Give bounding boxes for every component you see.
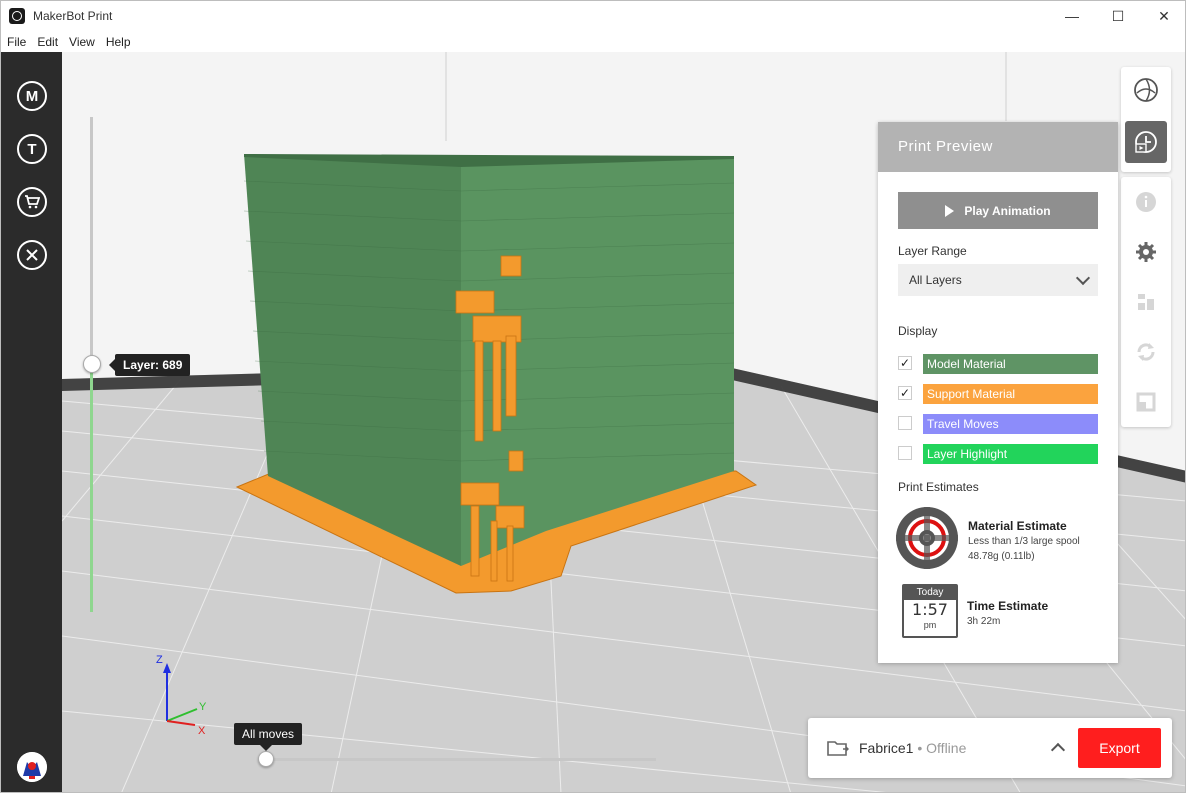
display-label: Display <box>898 324 938 338</box>
clock-icon: Today 1:57 pm <box>902 584 958 638</box>
clock-ampm: pm <box>923 620 937 630</box>
travel-moves-checkbox[interactable] <box>898 416 912 430</box>
chevron-down-icon <box>1075 270 1091 286</box>
time-estimate-value: 3h 22m <box>967 616 1001 627</box>
cart-icon[interactable] <box>17 187 47 217</box>
tools-icon[interactable] <box>17 240 47 270</box>
layer-range-value: All Layers <box>909 273 962 287</box>
menu-help[interactable]: Help <box>100 35 136 49</box>
printer-folder-icon <box>827 741 849 756</box>
window-controls: — ☐ ✕ <box>1049 1 1185 31</box>
layer-highlight-checkbox[interactable] <box>898 446 912 460</box>
layer-slider-track-filled[interactable] <box>90 364 93 612</box>
app-window: MakerBot Print — ☐ ✕ File Edit View Help… <box>0 0 1186 793</box>
edit-toolstrip <box>1121 177 1171 427</box>
display-row-travel: Travel Moves <box>898 414 1098 434</box>
layer-range-label: Layer Range <box>898 244 967 258</box>
display-row-model: ✓ Model Material <box>898 354 1098 374</box>
print-preview-icon[interactable] <box>1125 121 1167 163</box>
close-button[interactable]: ✕ <box>1141 1 1185 31</box>
export-bar: Fabrice1 • Offline Export <box>808 718 1172 778</box>
left-sidebar: M T <box>1 52 62 792</box>
moves-tooltip: All moves <box>234 723 303 751</box>
material-estimate-line1: Less than 1/3 large spool <box>968 536 1080 547</box>
menu-bar: File Edit View Help <box>1 31 1185 52</box>
model-material-checkbox[interactable]: ✓ <box>898 356 912 370</box>
material-estimate-line2: 48.78g (0.11lb) <box>968 551 1035 562</box>
scale-icon[interactable] <box>1125 381 1167 423</box>
display-row-highlight: Layer Highlight <box>898 444 1098 464</box>
model-material-label: Model Material <box>923 354 1098 374</box>
axis-y-label: Y <box>199 701 207 713</box>
layer-slider-track[interactable] <box>90 117 93 364</box>
printer-name: Fabrice1 <box>859 740 914 756</box>
maximize-button[interactable]: ☐ <box>1095 1 1141 31</box>
rotate-icon[interactable] <box>1125 331 1167 373</box>
moves-slider-track[interactable] <box>266 758 656 761</box>
display-row-support: ✓ Support Material <box>898 384 1098 404</box>
support-material-label: Support Material <box>923 384 1098 404</box>
view-toolstrip <box>1121 67 1171 172</box>
panel-title: Print Preview <box>878 122 1118 172</box>
axis-z-label: Z <box>156 654 163 666</box>
chevron-up-icon[interactable] <box>1050 742 1066 758</box>
axis-x-label: X <box>198 725 206 737</box>
play-icon <box>945 204 955 217</box>
printer-selector[interactable]: Fabrice1 • Offline <box>859 740 966 756</box>
moves-slider-handle[interactable] <box>258 751 274 767</box>
settings-gear-icon[interactable] <box>1125 231 1167 273</box>
export-button[interactable]: Export <box>1078 728 1161 768</box>
clock-header: Today <box>904 586 956 600</box>
play-animation-label: Play Animation <box>964 203 1051 218</box>
print-preview-panel: Print Preview Play Animation Layer Range… <box>878 122 1118 663</box>
travel-moves-label: Travel Moves <box>923 414 1098 434</box>
time-estimate-title: Time Estimate <box>967 599 1049 613</box>
view-cube-icon[interactable] <box>1125 69 1167 111</box>
title-bar: MakerBot Print — ☐ ✕ <box>1 1 1185 31</box>
printer-status: • Offline <box>913 740 967 756</box>
layer-slider-handle[interactable] <box>83 355 101 373</box>
window-title: MakerBot Print <box>33 9 113 23</box>
thingiverse-icon[interactable]: T <box>17 134 47 164</box>
print-estimates-label: Print Estimates <box>898 480 979 494</box>
layer-range-select[interactable]: All Layers <box>898 264 1098 296</box>
menu-file[interactable]: File <box>1 35 31 49</box>
layer-tooltip: Layer: 689 <box>108 354 191 376</box>
layer-highlight-label: Layer Highlight <box>923 444 1098 464</box>
minimize-button[interactable]: — <box>1049 1 1095 31</box>
makerbot-app-icon <box>9 8 25 24</box>
spool-icon <box>896 507 958 569</box>
info-icon[interactable] <box>1125 181 1167 223</box>
makerbot-logo-icon[interactable]: M <box>17 81 47 111</box>
arrange-icon[interactable] <box>1125 281 1167 323</box>
user-avatar[interactable] <box>17 752 47 782</box>
support-material-checkbox[interactable]: ✓ <box>898 386 912 400</box>
menu-view[interactable]: View <box>63 35 100 49</box>
clock-time: 1:57 <box>912 600 948 619</box>
play-animation-button[interactable]: Play Animation <box>898 192 1098 229</box>
menu-edit[interactable]: Edit <box>31 35 63 49</box>
material-estimate-title: Material Estimate <box>968 519 1067 533</box>
